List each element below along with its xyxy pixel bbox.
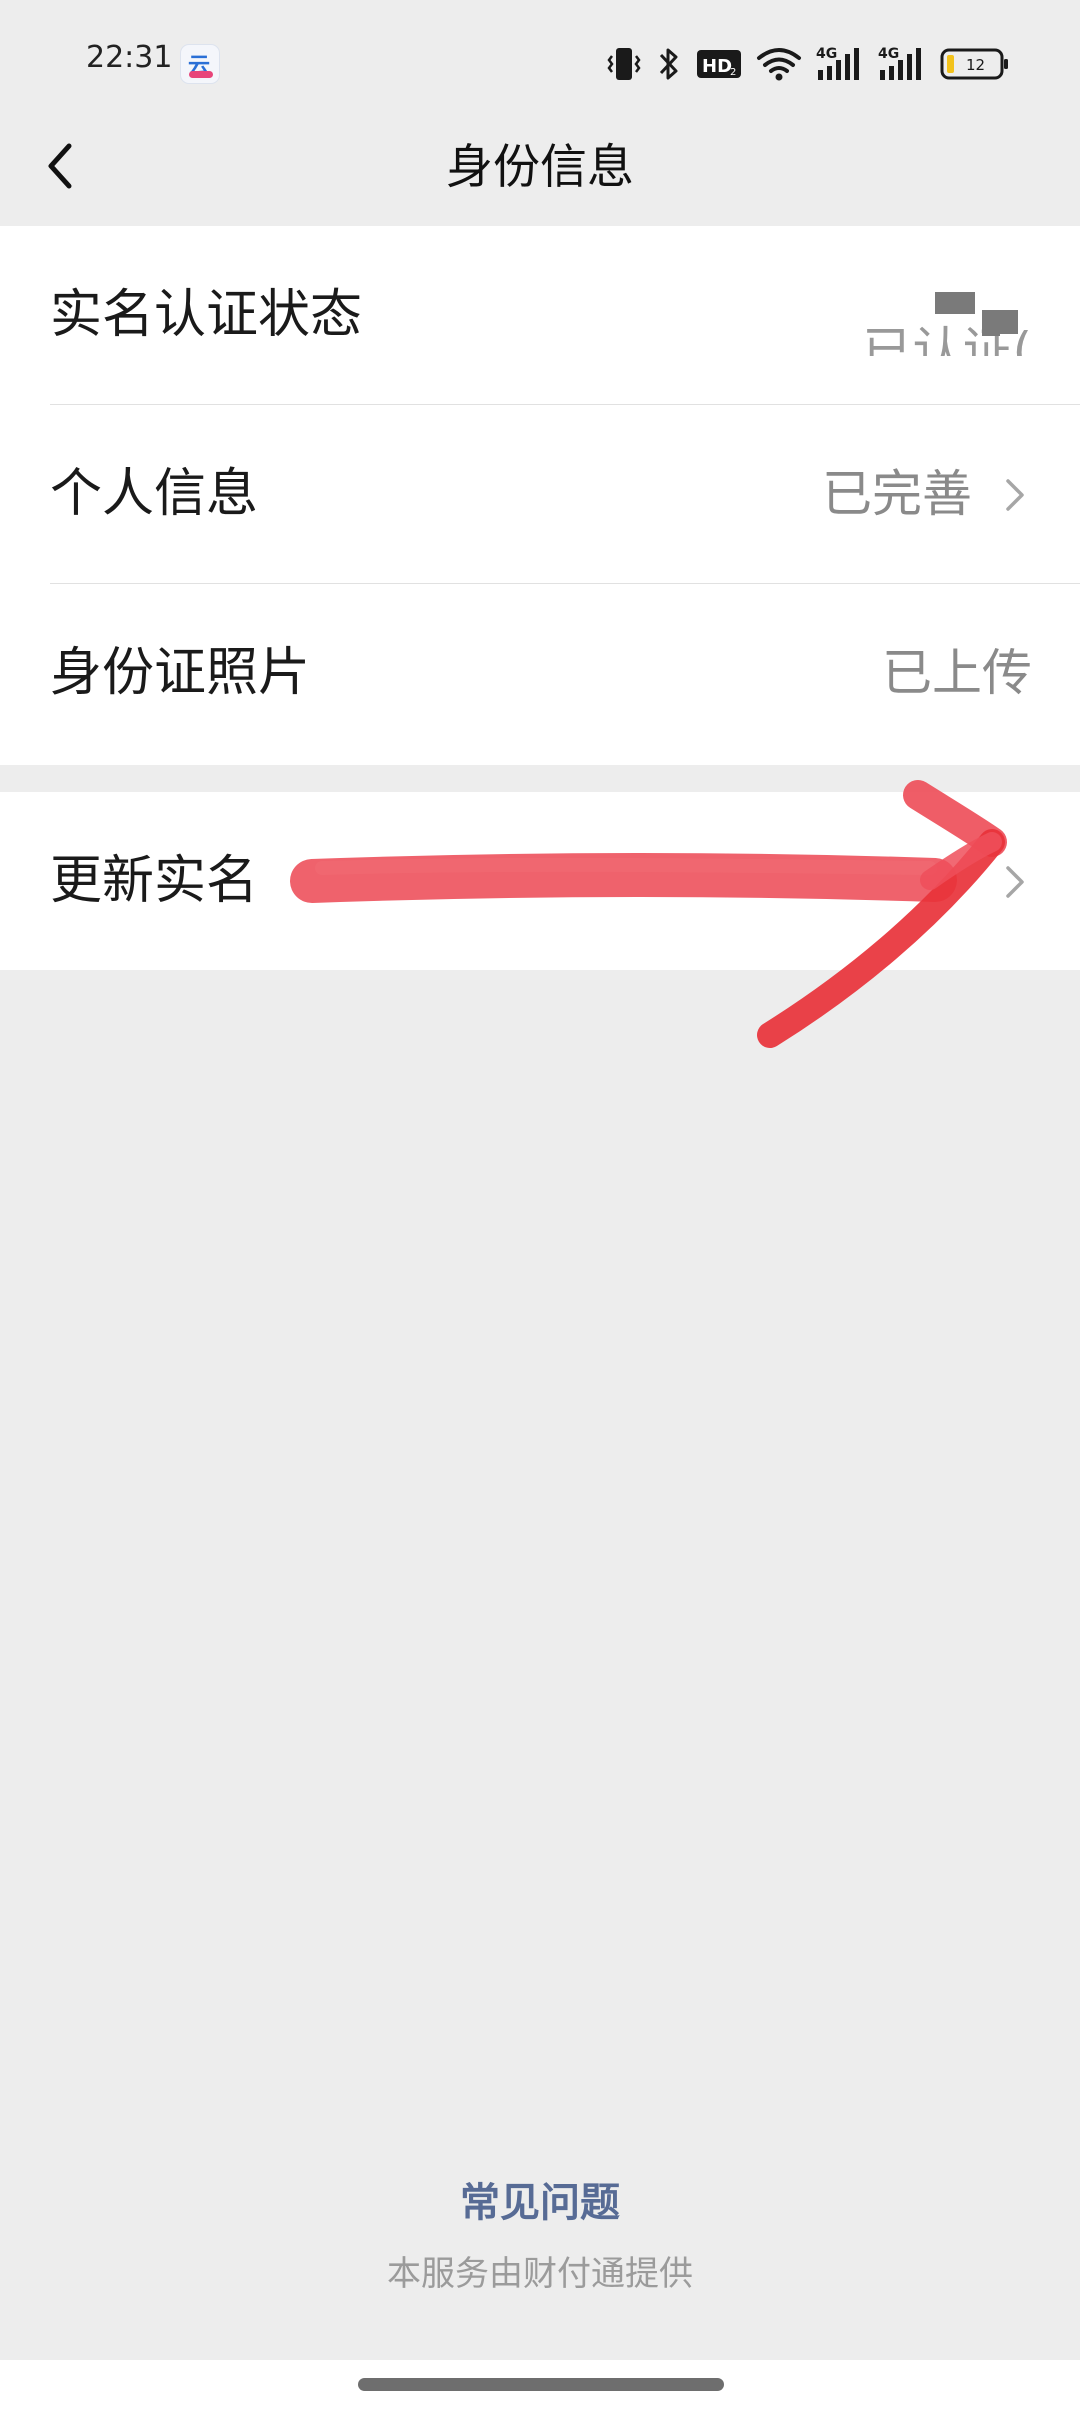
identity-info-list: 实名认证状态 已认证( 个人信息 已完善 身份证照片 已上传 — [0, 226, 1080, 765]
verification-status-label: 实名认证状态 — [50, 285, 363, 345]
signal-4g-label: 4G — [816, 46, 837, 62]
page-title: 身份信息 — [446, 140, 634, 195]
id-photo-label: 身份证照片 — [50, 643, 311, 703]
update-name-list: 更新实名 — [0, 792, 1080, 970]
signal-4g-icon-2: 4G — [878, 44, 926, 84]
hd-text: HD — [702, 56, 732, 77]
redaction-mark — [982, 328, 1000, 336]
svg-text:2: 2 — [730, 67, 736, 78]
personal-info-value: 已完善 — [822, 465, 972, 523]
status-bar: 22:31 云 HD 2 4G 4G 12 — [0, 0, 1080, 110]
id-photo-value: 已上传 — [882, 644, 1032, 702]
redaction-mark — [935, 292, 975, 314]
battery-icon: 12 — [940, 47, 1010, 81]
status-icons: HD 2 4G 4G 12 — [606, 42, 1010, 86]
chevron-right-icon — [1006, 479, 1024, 511]
navigation-bar: 身份信息 — [0, 110, 1080, 222]
app-notification-icon: 云 — [180, 44, 220, 84]
home-indicator[interactable] — [358, 2378, 724, 2391]
list-item-verification-status[interactable]: 实名认证状态 已认证( — [0, 226, 1080, 405]
list-item-update-real-name[interactable]: 更新实名 — [0, 792, 1080, 971]
signal-4g-label-2: 4G — [878, 46, 899, 62]
faq-link[interactable]: 常见问题 — [0, 2170, 1080, 2228]
vibrate-icon — [606, 44, 642, 84]
bluetooth-icon — [656, 44, 682, 84]
personal-info-label: 个人信息 — [50, 464, 259, 524]
signal-4g-icon: 4G — [816, 44, 864, 84]
update-real-name-label: 更新实名 — [50, 851, 259, 911]
wifi-icon — [756, 44, 802, 84]
hd-icon: HD 2 — [696, 46, 742, 82]
list-item-id-photo[interactable]: 身份证照片 已上传 — [0, 584, 1080, 763]
screen: 22:31 云 HD 2 4G 4G 12 身份信息 实名认证状态 已认证(个… — [0, 0, 1080, 2414]
list-item-personal-info[interactable]: 个人信息 已完善 — [0, 405, 1080, 584]
status-time: 22:31 — [86, 40, 173, 75]
chevron-right-icon — [1006, 866, 1024, 898]
service-provider-note: 本服务由财付通提供 — [387, 2254, 693, 2294]
battery-level: 12 — [966, 56, 985, 74]
